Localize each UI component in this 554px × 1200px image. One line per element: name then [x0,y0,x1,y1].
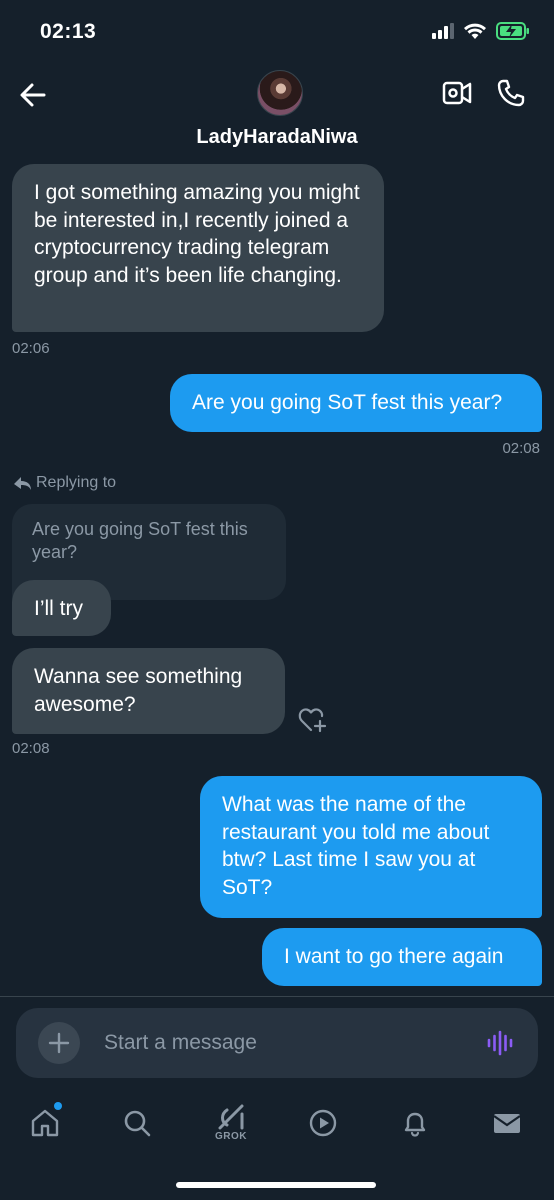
mail-icon [493,1114,521,1133]
sent-message[interactable]: I want to go there again [262,928,542,986]
search-icon [124,1110,151,1137]
contact-name[interactable]: LadyHaradaNiwa [0,126,554,149]
replying-to-text: Replying to [36,474,117,491]
message-text: I’ll try [34,597,83,620]
plus-icon [48,1032,70,1054]
cellular-signal-icon [432,23,454,39]
sent-message[interactable]: What was the name of the restaurant you … [200,776,542,918]
received-message[interactable]: Wanna see something awesome? [12,648,285,734]
add-attachment-button[interactable] [38,1022,80,1064]
sent-message[interactable]: Are you going SoT fest this year? [170,374,542,432]
bottom-tab-bar: GROK [0,1090,554,1170]
reply-arrow-icon [14,477,31,490]
message-text: I want to go there again [284,945,504,968]
received-message[interactable]: I’ll try [12,580,111,636]
battery-charging-icon [496,22,529,40]
grok-label: GROK [215,1131,247,1142]
tab-search[interactable] [114,1100,160,1146]
tab-grok[interactable]: GROK [208,1100,254,1146]
home-icon [31,1109,59,1137]
received-message[interactable]: I got something amazing you might be int… [12,164,384,332]
voice-message-button[interactable] [486,1029,514,1057]
message-timestamp: 02:06 [12,340,50,357]
message-timestamp: 02:08 [12,740,50,757]
replying-to-label: Replying to [14,474,116,492]
tab-messages[interactable] [484,1100,530,1146]
wifi-icon [464,23,486,39]
voice-wave-icon [487,1030,513,1056]
add-reaction-button[interactable] [298,706,328,734]
status-time: 02:13 [40,20,97,43]
tab-home[interactable] [22,1100,68,1146]
message-text: What was the name of the restaurant you … [222,793,490,899]
message-text: I got something amazing you might be int… [34,181,360,287]
tab-video[interactable] [300,1100,346,1146]
status-icons [432,22,530,40]
arrow-left-icon [20,83,46,107]
heart-plus-icon [298,708,327,733]
grok-icon [218,1104,244,1130]
notification-dot [54,1102,62,1110]
conversation-header: LadyHaradaNiwa [0,64,554,160]
dm-conversation-screen: 02:13 LadyHaradaNiwa I got something ama… [0,0,554,1200]
contact-avatar[interactable] [257,70,303,116]
message-timestamp: 02:08 [502,440,540,457]
home-indicator [176,1182,376,1188]
message-input[interactable] [104,1026,464,1060]
tab-notifications[interactable] [392,1100,438,1146]
bell-icon [404,1112,426,1137]
status-bar: 02:13 [0,0,554,64]
message-text: Wanna see something awesome? [34,665,243,716]
voice-call-button[interactable] [496,78,526,108]
composer-divider [0,996,554,997]
phone-icon [497,79,525,107]
back-button[interactable] [18,80,48,110]
video-call-button[interactable] [442,78,472,108]
message-composer [16,1008,538,1078]
message-text: Are you going SoT fest this year? [192,391,503,414]
video-camera-icon [442,81,472,105]
quoted-text: Are you going SoT fest this year? [32,519,248,562]
play-circle-icon [309,1109,337,1137]
